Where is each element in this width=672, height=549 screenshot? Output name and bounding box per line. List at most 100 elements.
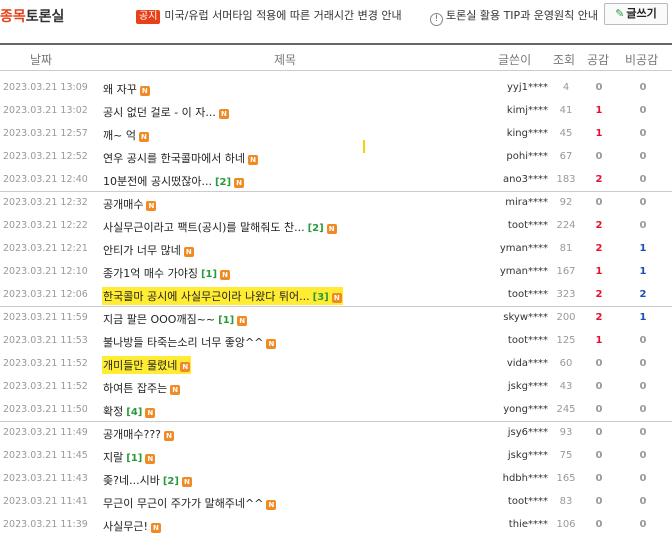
post-author[interactable]: yman**** xyxy=(468,243,548,254)
post-title-link[interactable]: 하여튼 잡주는 N xyxy=(102,379,181,397)
post-date: 2023.03.21 13:09 xyxy=(3,82,88,93)
post-date: 2023.03.21 11:50 xyxy=(3,404,88,415)
post-title: 공개매수??? xyxy=(103,428,161,441)
page-title: 종목토론실 xyxy=(0,6,64,26)
post-title-link[interactable]: 10분전에 공시떴잖아... [2] N xyxy=(102,172,245,190)
post-likes: 2 xyxy=(595,289,603,300)
comment-count: [1] xyxy=(126,453,143,464)
post-title-link[interactable]: 좆?네...시바 [2] N xyxy=(102,471,193,489)
post-title-link[interactable]: 깨~ 억N xyxy=(102,126,150,144)
post-author[interactable]: mira**** xyxy=(468,197,548,208)
new-badge-icon: N xyxy=(170,385,181,395)
post-views: 165 xyxy=(556,473,576,484)
post-author[interactable]: ano3**** xyxy=(468,174,548,185)
post-title: 확정 xyxy=(103,405,124,418)
post-views: 45 xyxy=(559,128,573,139)
post-title-link[interactable]: 공개매수 N xyxy=(102,195,157,213)
post-title-link[interactable]: 사실무근! N xyxy=(102,517,162,535)
new-badge-icon: N xyxy=(146,201,157,211)
info-icon: ! xyxy=(430,13,443,26)
table-row: 2023.03.21 13:02 공시 없던 걸로 - 이 자... N kimj**… xyxy=(0,100,672,123)
post-dislikes: 2 xyxy=(639,289,647,300)
post-title-link[interactable]: 개미들만 물렸네 N xyxy=(102,356,192,374)
tip-text: 토론실 활용 TIP과 운영원칙 안내 xyxy=(446,9,599,22)
post-views: 41 xyxy=(559,105,573,116)
table-row: 2023.03.21 11:52 하여튼 잡주는 Njskg**** 43 0 0 xyxy=(0,376,672,399)
post-title-link[interactable]: 공개매수??? N xyxy=(102,425,175,443)
post-likes: 0 xyxy=(595,519,603,530)
post-dislikes: 1 xyxy=(639,243,647,254)
table-row: 2023.03.21 12:40 10분전에 공시떴잖아... [2] N ano3**… xyxy=(0,169,672,192)
post-title: 종가1억 매수 가야징 xyxy=(103,267,198,280)
post-author[interactable]: king**** xyxy=(468,128,548,139)
column-date: 날짜 xyxy=(30,53,53,67)
post-likes: 2 xyxy=(595,312,603,323)
post-title-link[interactable]: 공시 없던 걸로 - 이 자... N xyxy=(102,103,230,121)
post-views: 224 xyxy=(556,220,576,231)
page-title-highlight: 종목 xyxy=(0,9,26,25)
post-author[interactable]: kimj**** xyxy=(468,105,548,116)
post-author[interactable]: jskg**** xyxy=(468,450,548,461)
post-date: 2023.03.21 13:02 xyxy=(3,105,88,116)
post-author[interactable]: vida**** xyxy=(468,358,548,369)
post-author[interactable]: thie**** xyxy=(468,519,548,530)
post-author[interactable]: toot**** xyxy=(468,335,548,346)
new-badge-icon: N xyxy=(331,293,342,303)
table-row: 2023.03.21 11:45 지랄 [1] Njskg**** 75 0 0 xyxy=(0,445,672,468)
post-title-link[interactable]: 사실무근이라고 팩트(공시)를 말해줘도 찬... [2] N xyxy=(102,218,338,236)
post-views: 75 xyxy=(559,450,573,461)
post-views: 106 xyxy=(556,519,576,530)
post-author[interactable]: hdbh**** xyxy=(468,473,548,484)
post-dislikes: 0 xyxy=(639,128,647,139)
post-author[interactable]: toot**** xyxy=(468,289,548,300)
notice-tag: 공지 xyxy=(136,10,161,24)
post-author[interactable]: jsy6**** xyxy=(468,427,548,438)
new-badge-icon: N xyxy=(326,224,337,234)
post-author[interactable]: pohi**** xyxy=(468,151,548,162)
post-date: 2023.03.21 12:10 xyxy=(3,266,88,277)
post-author[interactable]: jskg**** xyxy=(468,381,548,392)
post-date: 2023.03.21 12:57 xyxy=(3,128,88,139)
post-title-link[interactable]: 지금 팔믄 OOO깨짐~~ [1] N xyxy=(102,310,248,328)
tip-link[interactable]: ! 토론실 활용 TIP과 운영원칙 안내 xyxy=(430,7,598,26)
post-dislikes: 0 xyxy=(639,450,647,461)
post-author[interactable]: yyj1**** xyxy=(468,82,548,93)
post-views: 183 xyxy=(556,174,576,185)
post-title-link[interactable]: 안티가 너무 많네 N xyxy=(102,241,195,259)
post-title-link[interactable]: 지랄 [1] N xyxy=(102,448,156,466)
post-date: 2023.03.21 11:39 xyxy=(3,519,88,530)
post-date: 2023.03.21 12:22 xyxy=(3,220,88,231)
post-title-link[interactable]: 연우 공시를 한국콜마에서 하네 N xyxy=(102,149,259,167)
post-author[interactable]: yman**** xyxy=(468,266,548,277)
post-dislikes: 0 xyxy=(639,197,647,208)
post-date: 2023.03.21 11:45 xyxy=(3,450,88,461)
post-dislikes: 1 xyxy=(639,312,647,323)
post-title-link[interactable]: 무근이 무근이 주가가 말해주네^^ N xyxy=(102,494,277,512)
post-likes: 0 xyxy=(595,473,603,484)
post-author[interactable]: toot**** xyxy=(468,496,548,507)
post-author[interactable]: yong**** xyxy=(468,404,548,415)
post-title-link[interactable]: 확정 [4] N xyxy=(102,402,156,420)
post-likes: 0 xyxy=(595,82,603,93)
post-likes: 2 xyxy=(595,220,603,231)
post-date: 2023.03.21 12:40 xyxy=(3,174,88,185)
post-title-link[interactable]: 불나방들 타죽는소리 너무 좋앙^^ N xyxy=(102,333,277,351)
post-likes: 2 xyxy=(595,174,603,185)
post-dislikes: 0 xyxy=(639,404,647,415)
post-likes: 0 xyxy=(595,381,603,392)
post-author[interactable]: toot**** xyxy=(468,220,548,231)
post-title-link[interactable]: 한국콜마 공시에 사실무근이라 나왔다 튀어... [3] N xyxy=(102,287,343,305)
new-badge-icon: N xyxy=(218,109,229,119)
post-views: 4 xyxy=(562,82,570,93)
post-title: 한국콜마 공시에 사실무근이라 나왔다 튀어... xyxy=(103,290,310,303)
post-title-link[interactable]: 종가1억 매수 가야징 [1] N xyxy=(102,264,231,282)
notice-link[interactable]: 공지 미국/유럽 서머타임 적용에 따른 거래시간 변경 안내 xyxy=(136,7,402,24)
table-row: 2023.03.21 12:06 한국콜마 공시에 사실무근이라 나왔다 튀어..… xyxy=(0,284,672,307)
post-views: 323 xyxy=(556,289,576,300)
post-title: 연우 공시를 한국콜마에서 하네 xyxy=(103,152,246,165)
post-author[interactable]: skyw**** xyxy=(468,312,548,323)
post-title: 개미들만 물렸네 xyxy=(103,359,178,372)
post-title-link[interactable]: 왜 자꾸 N xyxy=(102,80,151,98)
write-post-button[interactable]: ✎ 글쓰기 xyxy=(604,3,668,25)
post-title: 불나방들 타죽는소리 너무 좋앙^^ xyxy=(103,336,264,349)
